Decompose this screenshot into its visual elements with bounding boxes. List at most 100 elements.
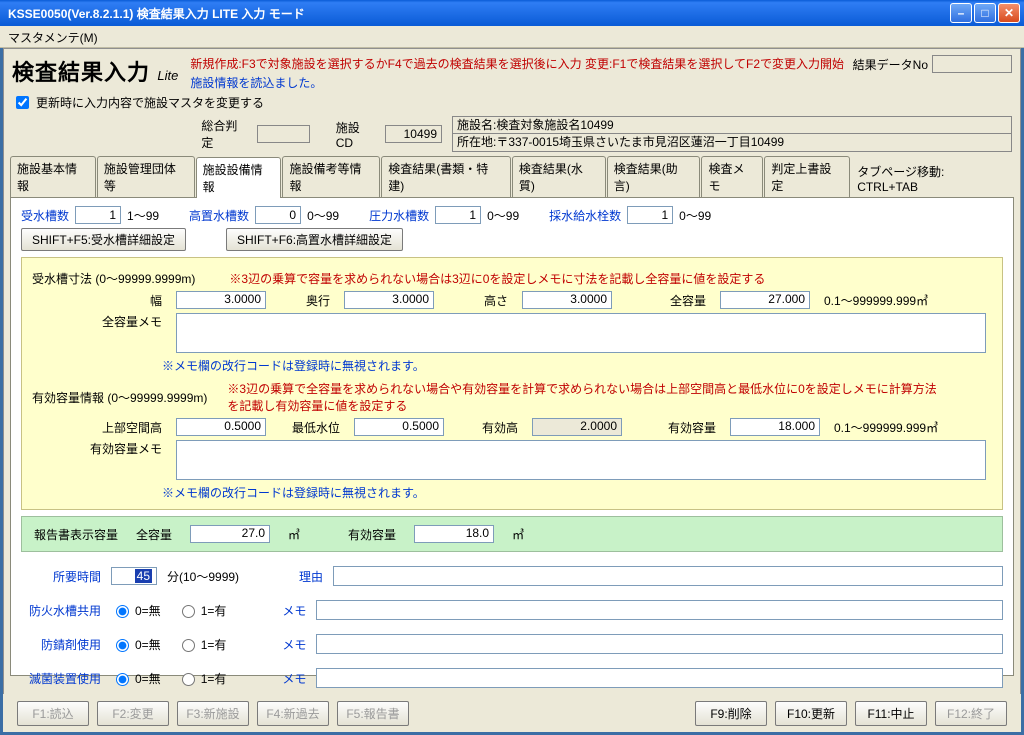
btn-kochi-detail[interactable]: SHIFT+F6:高置水槽詳細設定 bbox=[226, 228, 403, 251]
close-button[interactable]: ✕ bbox=[998, 3, 1020, 23]
bosei-opt0[interactable]: 0=無 bbox=[111, 636, 161, 653]
dims-taka-input[interactable]: 3.0000 bbox=[522, 291, 612, 309]
tab-biko-info[interactable]: 施設備考等情報 bbox=[282, 156, 380, 197]
menubar: マスタメンテ(M) bbox=[0, 26, 1024, 48]
dims-title: 受水槽寸法 (0～99999.9999m) bbox=[32, 270, 195, 287]
report-yuko-input[interactable]: 18.0 bbox=[414, 525, 494, 543]
boka-opt1[interactable]: 1=有 bbox=[177, 602, 227, 619]
boka-label: 防火水槽共用 bbox=[21, 602, 101, 619]
tab-setsubi-info[interactable]: 施設設備情報 bbox=[196, 157, 282, 198]
minimize-button[interactable]: – bbox=[950, 3, 972, 23]
saisui-range: 0～99 bbox=[679, 207, 711, 224]
loaded-text: 施設情報を読込ました。 bbox=[190, 74, 846, 91]
f1-button[interactable]: F1:読込 bbox=[17, 701, 89, 726]
menu-master[interactable]: マスタメンテ(M) bbox=[8, 31, 98, 45]
mekkin-memo-input[interactable] bbox=[316, 668, 1003, 688]
f12-button[interactable]: F12:終了 bbox=[935, 701, 1007, 726]
kochi-input[interactable]: 0 bbox=[255, 206, 301, 224]
function-key-bar: F1:読込 F2:変更 F3:新施設 F4:新過去 F5:報告書 F9:削除 F… bbox=[3, 694, 1021, 732]
report-capacity-box: 報告書表示容量 全容量 27.0 ㎥ 有効容量 18.0 ㎥ bbox=[21, 516, 1003, 552]
boka-memo-label: メモ bbox=[282, 602, 306, 619]
tab-page-setsubi: 受水槽数 1 1～99 高置水槽数 0 0～99 圧力水槽数 1 0～99 採水… bbox=[10, 198, 1014, 676]
bosei-memo-label: メモ bbox=[282, 636, 306, 653]
tab-kensa-memo[interactable]: 検査メモ bbox=[701, 156, 763, 197]
update-master-checkbox[interactable]: 更新時に入力内容で施設マスタを変更する bbox=[12, 93, 264, 112]
report-zen-input[interactable]: 27.0 bbox=[190, 525, 270, 543]
f9-button[interactable]: F9:削除 bbox=[695, 701, 767, 726]
dims-oku-input[interactable]: 3.0000 bbox=[344, 291, 434, 309]
saisui-input[interactable]: 1 bbox=[627, 206, 673, 224]
jusui-input[interactable]: 1 bbox=[75, 206, 121, 224]
result-no-value bbox=[932, 55, 1012, 73]
jusui-range: 1～99 bbox=[127, 207, 159, 224]
f4-button[interactable]: F4:新過去 bbox=[257, 701, 329, 726]
report-yuko-unit: ㎥ bbox=[512, 526, 524, 543]
f2-button[interactable]: F2:変更 bbox=[97, 701, 169, 726]
mekkin-opt1[interactable]: 1=有 bbox=[177, 670, 227, 687]
window-titlebar: KSSE0050(Ver.8.2.1.1) 検査結果入力 LITE 入力 モード… bbox=[0, 0, 1024, 26]
report-zen-unit: ㎥ bbox=[288, 526, 300, 543]
tab-kensa-suishitsu[interactable]: 検査結果(水質) bbox=[512, 156, 606, 197]
tab-basic-info[interactable]: 施設基本情報 bbox=[10, 156, 96, 197]
boka-memo-input[interactable] bbox=[316, 600, 1003, 620]
report-zen-label: 全容量 bbox=[136, 526, 172, 543]
sogo-value bbox=[257, 125, 310, 143]
eff-sai-input[interactable]: 0.5000 bbox=[354, 418, 444, 436]
dims-zen-range: 0.1～999999.999㎥ bbox=[824, 292, 928, 309]
bosei-opt1[interactable]: 1=有 bbox=[177, 636, 227, 653]
tab-kensa-shorui[interactable]: 検査結果(書類・特建) bbox=[381, 156, 511, 197]
mekkin-label: 滅菌装置使用 bbox=[21, 670, 101, 687]
dims-note: ※3辺の乗算で容量を求められない場合は3辺に0を設定しメモに寸法を記載し全容量に… bbox=[229, 270, 765, 287]
atsu-input[interactable]: 1 bbox=[435, 206, 481, 224]
eff-note: ※3辺の乗算で全容量を求められない場合や有効容量を計算で求められない場合は上部空… bbox=[227, 380, 947, 414]
f11-button[interactable]: F11:中止 bbox=[855, 701, 927, 726]
maximize-button[interactable]: □ bbox=[974, 3, 996, 23]
mekkin-memo-label: メモ bbox=[282, 670, 306, 687]
shoyo-input[interactable]: 45 bbox=[111, 567, 157, 585]
eff-yoryo-input[interactable]: 18.000 bbox=[730, 418, 820, 436]
eff-memo-label: 有効容量メモ bbox=[32, 440, 162, 457]
bosei-memo-input[interactable] bbox=[316, 634, 1003, 654]
shoyo-label: 所要時間 bbox=[21, 568, 101, 585]
jusui-dim-box: 受水槽寸法 (0～99999.9999m) ※3辺の乗算で容量を求められない場合… bbox=[21, 257, 1003, 510]
dims-memo-input[interactable] bbox=[176, 313, 986, 353]
jusui-label: 受水槽数 bbox=[21, 207, 69, 224]
f10-button[interactable]: F10:更新 bbox=[775, 701, 847, 726]
dims-taka-label: 高さ bbox=[448, 292, 508, 309]
shisetsu-cd-value: 10499 bbox=[385, 125, 442, 143]
tab-hantei-uwagaki[interactable]: 判定上書設定 bbox=[764, 156, 850, 197]
eff-yuko-value: 2.0000 bbox=[532, 418, 622, 436]
result-no-label: 結果データNo bbox=[853, 56, 928, 73]
dims-oku-label: 奥行 bbox=[280, 292, 330, 309]
f5-button[interactable]: F5:報告書 bbox=[337, 701, 409, 726]
eff-yoryo-label: 有効容量 bbox=[636, 419, 716, 436]
kochi-label: 高置水槽数 bbox=[189, 207, 249, 224]
client-area: 検査結果入力 Lite 新規作成:F3で対象施設を選択するかF4で過去の検査結果… bbox=[3, 48, 1021, 732]
window-title: KSSE0050(Ver.8.2.1.1) 検査結果入力 LITE 入力 モード bbox=[8, 5, 305, 22]
shisetsu-cd-label: 施設CD bbox=[336, 119, 375, 150]
mekkin-opt0[interactable]: 0=無 bbox=[111, 670, 161, 687]
dims-zen-label: 全容量 bbox=[626, 292, 706, 309]
eff-jobu-input[interactable]: 0.5000 bbox=[176, 418, 266, 436]
tab-kensa-jogen[interactable]: 検査結果(助言) bbox=[607, 156, 701, 197]
eff-yoryo-range: 0.1～999999.999㎥ bbox=[834, 419, 938, 436]
eff-jobu-label: 上部空間高 bbox=[32, 419, 162, 436]
tab-kanri-dantai[interactable]: 施設管理団体等 bbox=[97, 156, 195, 197]
boka-opt0[interactable]: 0=無 bbox=[111, 602, 161, 619]
dims-haba-input[interactable]: 3.0000 bbox=[176, 291, 266, 309]
kochi-range: 0～99 bbox=[307, 207, 339, 224]
report-label: 報告書表示容量 bbox=[34, 526, 118, 543]
shisetsu-addr-row: 所在地:〒337-0015埼玉県さいたま市見沼区蓮沼一丁目10499 bbox=[452, 134, 1012, 152]
sogo-label: 総合判定 bbox=[201, 117, 246, 151]
atsu-range: 0～99 bbox=[487, 207, 519, 224]
bosei-label: 防錆剤使用 bbox=[21, 636, 101, 653]
guide-text: 新規作成:F3で対象施設を選択するかF4で過去の検査結果を選択後に入力 変更:F… bbox=[190, 55, 846, 72]
dims-zen-input[interactable]: 27.000 bbox=[720, 291, 810, 309]
page-title: 検査結果入力 bbox=[12, 60, 150, 85]
eff-memo-input[interactable] bbox=[176, 440, 986, 480]
btn-jusui-detail[interactable]: SHIFT+F5:受水槽詳細設定 bbox=[21, 228, 186, 251]
riyu-input[interactable] bbox=[333, 566, 1003, 586]
report-yuko-label: 有効容量 bbox=[348, 526, 396, 543]
update-master-checkbox-input[interactable] bbox=[16, 96, 29, 109]
f3-button[interactable]: F3:新施設 bbox=[177, 701, 249, 726]
